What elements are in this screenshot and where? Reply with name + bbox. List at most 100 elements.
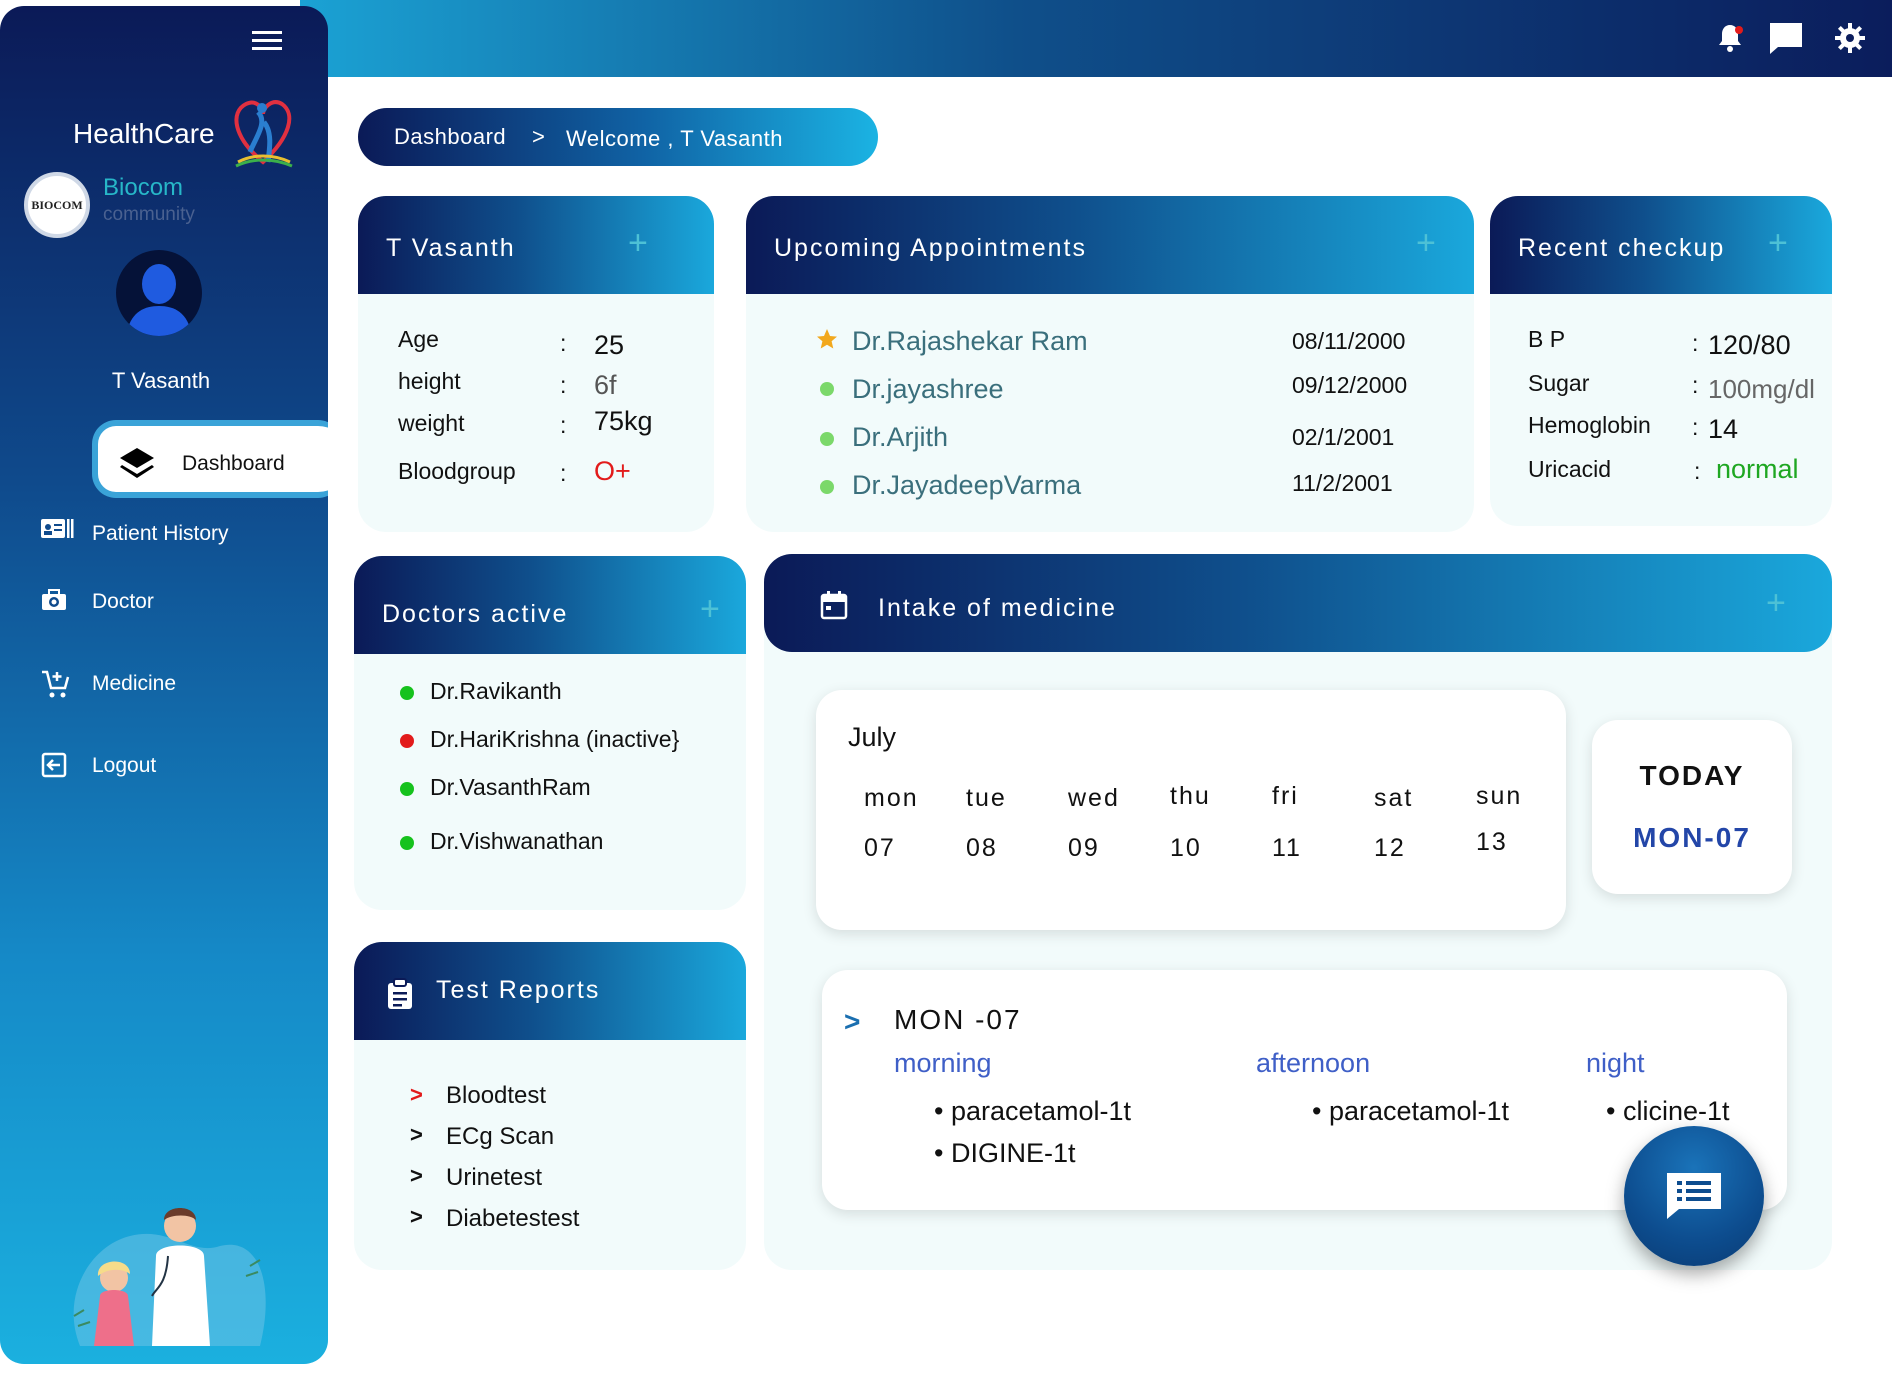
doctor-patient-illustration: [60, 1196, 280, 1356]
plus-icon[interactable]: +: [1416, 224, 1436, 263]
doctor-name[interactable]: Dr.VasanthRam: [430, 774, 591, 801]
calendar-day-name: sat: [1374, 784, 1414, 812]
profile-value-height: 6f: [594, 370, 617, 400]
calendar-icon: [820, 590, 848, 620]
schedule-day: MON -07: [894, 1004, 1022, 1035]
appointment-doctor[interactable]: Dr.Arjith: [852, 422, 948, 453]
appointments-card: Upcoming Appointments + Dr.Rajashekar Ra…: [746, 196, 1474, 532]
profile-value-weight: 75kg: [594, 406, 653, 436]
calendar-date[interactable]: 10: [1170, 834, 1202, 863]
calendar-date[interactable]: 09: [1068, 834, 1100, 863]
test-reports-card-header: Test Reports: [354, 942, 746, 1040]
checkup-value-sugar: 100mg/dl: [1708, 374, 1815, 404]
profile-sep: :: [560, 372, 567, 398]
hamburger-menu-icon[interactable]: [252, 30, 288, 58]
doctor-name[interactable]: Dr.Vishwanathan: [430, 828, 603, 855]
calendar-date[interactable]: 07: [864, 834, 896, 863]
profile-value-bloodgroup: O+: [594, 456, 631, 486]
biocom-logo: BIOCOM: [24, 172, 90, 238]
calendar-date[interactable]: 12: [1374, 834, 1406, 863]
sidebar-item-dashboard[interactable]: Dashboard: [92, 420, 328, 498]
clipboard-icon: [386, 978, 414, 1010]
profile-label: weight: [398, 410, 465, 436]
doctors-active-card-title: Doctors active: [382, 600, 569, 628]
calendar-day-name: tue: [966, 784, 1007, 812]
chevron-right-icon: >: [410, 1163, 423, 1188]
chevron-right-icon: >: [410, 1204, 423, 1229]
breadcrumb-home[interactable]: Dashboard: [394, 124, 506, 150]
doctor-name[interactable]: Dr.Ravikanth: [430, 678, 562, 705]
message-list-button[interactable]: [1624, 1126, 1764, 1266]
calendar-date[interactable]: 13: [1476, 828, 1508, 857]
chat-icon[interactable]: [1766, 18, 1806, 58]
appointment-date: 02/1/2001: [1292, 424, 1395, 450]
chevron-right-icon: >: [410, 1122, 423, 1147]
doctors-active-card-header: Doctors active +: [354, 556, 746, 654]
avatar[interactable]: [116, 250, 202, 336]
sidebar-item-label: Patient History: [92, 522, 229, 545]
checkup-value-uricacid: normal: [1716, 454, 1799, 484]
plus-icon[interactable]: +: [628, 224, 648, 263]
appointment-doctor[interactable]: Dr.JayadeepVarma: [852, 470, 1081, 501]
calendar-day-name: fri: [1272, 782, 1299, 810]
appointment-date: 11/2/2001: [1292, 470, 1393, 496]
appointment-date: 09/12/2000: [1292, 372, 1408, 398]
healthcare-logo-icon: [228, 92, 298, 172]
slot-night-label: night: [1586, 1048, 1645, 1078]
id-card-icon: [40, 518, 74, 540]
status-dot-icon: [400, 782, 414, 796]
medicine-item: • DIGINE-1t: [934, 1138, 1076, 1168]
medicine-item: • paracetamol-1t: [934, 1096, 1132, 1126]
checkup-sep: :: [1692, 330, 1699, 356]
doctor-name[interactable]: Dr.HariKrishna (inactive}: [430, 726, 679, 753]
appointments-card-header: Upcoming Appointments +: [746, 196, 1474, 294]
test-report-item[interactable]: Urinetest: [446, 1164, 542, 1192]
checkup-sep: :: [1694, 458, 1701, 484]
medicine-name: paracetamol-1t: [950, 1096, 1132, 1126]
plus-icon[interactable]: +: [1766, 584, 1786, 623]
sidebar-item-label: Medicine: [92, 672, 177, 695]
status-dot-icon: [820, 480, 834, 494]
org-subtitle: community: [103, 204, 195, 225]
checkup-label: Sugar: [1528, 370, 1590, 396]
message-list-icon: [1665, 1171, 1723, 1221]
checkup-value-bp: 120/80: [1708, 330, 1791, 360]
profile-card-title: T Vasanth: [386, 234, 516, 262]
test-report-item[interactable]: ECg Scan: [446, 1123, 554, 1151]
doctors-active-card: Doctors active + Dr.Ravikanth Dr.HariKri…: [354, 556, 746, 910]
medical-kit-icon: [40, 586, 68, 612]
bell-icon[interactable]: [1710, 18, 1750, 58]
test-report-item[interactable]: Diabetestest: [446, 1205, 579, 1233]
breadcrumb-separator: >: [532, 124, 546, 149]
checkup-label: Uricacid: [1528, 456, 1612, 482]
checkup-sep: :: [1692, 372, 1699, 398]
recent-checkup-card: Recent checkup + B P : 120/80 Sugar : 10…: [1490, 196, 1832, 526]
calendar-day-name: wed: [1068, 784, 1120, 812]
chevron-right-icon: >: [410, 1082, 423, 1107]
appointment-date: 08/11/2000: [1292, 328, 1406, 354]
profile-label: height: [398, 368, 461, 394]
plus-icon[interactable]: +: [1768, 224, 1788, 263]
test-report-item[interactable]: Bloodtest: [446, 1082, 546, 1110]
appointment-doctor[interactable]: Dr.Rajashekar Ram: [852, 326, 1088, 357]
profile-label: Age: [398, 326, 439, 352]
medicine-item: • paracetamol-1t: [1312, 1096, 1510, 1126]
week-calendar: July mon 07 tue 08 wed 09 thu 10 fri 11 …: [816, 690, 1566, 930]
breadcrumb: Dashboard > Welcome , T Vasanth: [358, 108, 878, 166]
calendar-date[interactable]: 11: [1272, 834, 1302, 863]
medicine-name: paracetamol-1t: [1328, 1096, 1510, 1126]
calendar-date[interactable]: 08: [966, 834, 998, 863]
status-dot-icon: [400, 734, 414, 748]
profile-card-header: T Vasanth +: [358, 196, 714, 294]
gear-icon[interactable]: [1830, 18, 1870, 58]
plus-icon[interactable]: +: [700, 590, 720, 629]
chevron-right-icon[interactable]: >: [844, 1006, 860, 1038]
profile-sep: :: [560, 412, 567, 438]
slot-afternoon-label: afternoon: [1256, 1048, 1371, 1078]
calendar-day-name: sun: [1476, 782, 1523, 810]
intake-card-header: Intake of medicine +: [764, 554, 1832, 652]
appointment-doctor[interactable]: Dr.jayashree: [852, 374, 1004, 405]
medicine-name: DIGINE-1t: [950, 1138, 1076, 1168]
today-box: TODAY MON-07: [1592, 720, 1792, 894]
test-reports-card-title: Test Reports: [436, 976, 601, 1004]
